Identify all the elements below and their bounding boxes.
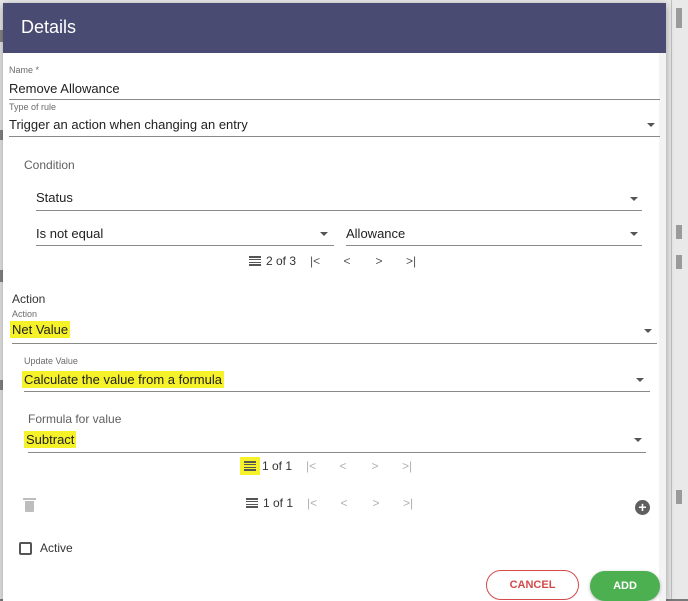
formula-list-highlight[interactable]	[240, 457, 260, 475]
background-divider	[671, 0, 672, 601]
condition-field-underline	[36, 210, 642, 211]
last-page-icon[interactable]: >|	[401, 496, 415, 510]
name-underline	[9, 99, 660, 100]
background-mark	[676, 255, 682, 269]
action-pager: 1 of 1 |< < > >|	[246, 494, 415, 512]
previous-page-icon[interactable]: <	[340, 254, 354, 268]
update-value-chevron-down-icon[interactable]	[636, 378, 644, 382]
dialog-title: Details	[21, 17, 77, 37]
active-label: Active	[40, 541, 73, 555]
condition-operator-underline	[36, 245, 334, 246]
next-page-icon[interactable]: >	[372, 254, 386, 268]
background-mark	[676, 225, 682, 239]
condition-field-select[interactable]: Status	[36, 190, 73, 205]
list-icon[interactable]	[246, 498, 258, 508]
condition-heading: Condition	[24, 158, 75, 172]
add-action-icon[interactable]: +	[635, 500, 650, 515]
rule-type-chevron-down-icon[interactable]	[647, 123, 655, 127]
formula-chevron-down-icon[interactable]	[634, 438, 642, 442]
name-label: Name *	[9, 65, 40, 75]
first-page-icon[interactable]: |<	[305, 496, 319, 510]
condition-operator-chevron-down-icon[interactable]	[320, 232, 328, 236]
formula-pager-count: 1 of 1	[262, 459, 293, 473]
delete-icon-lid	[23, 498, 36, 500]
formula-heading: Formula for value	[28, 412, 122, 426]
next-page-icon[interactable]: >	[368, 459, 382, 473]
previous-page-icon[interactable]: <	[336, 459, 350, 473]
rule-type-label: Type of rule	[9, 102, 57, 112]
name-field[interactable]: Remove Allowance	[9, 81, 120, 96]
cancel-button[interactable]: CANCEL	[486, 570, 579, 600]
action-underline	[12, 343, 657, 344]
last-page-icon[interactable]: >|	[404, 254, 418, 268]
action-heading: Action	[12, 292, 46, 306]
next-page-icon[interactable]: >	[369, 496, 383, 510]
rule-type-underline	[9, 136, 660, 137]
first-page-icon[interactable]: |<	[304, 459, 318, 473]
action-pager-count: 1 of 1	[263, 496, 294, 510]
previous-page-icon[interactable]: <	[337, 496, 351, 510]
list-icon[interactable]	[249, 256, 261, 266]
first-page-icon[interactable]: |<	[308, 254, 322, 268]
condition-operator-select[interactable]: Is not equal	[36, 226, 103, 241]
add-button[interactable]: ADD	[590, 571, 660, 601]
action-value: Net Value	[10, 321, 71, 338]
rule-type-select[interactable]: Trigger an action when changing an entry	[9, 117, 248, 132]
condition-field-chevron-down-icon[interactable]	[630, 197, 638, 201]
dialog-scrollbar[interactable]	[659, 53, 666, 601]
formula-underline	[28, 452, 646, 453]
background-mark	[676, 8, 682, 28]
formula-select[interactable]: Subtract	[24, 431, 77, 448]
action-chevron-down-icon[interactable]	[644, 329, 652, 333]
condition-pager: 2 of 3 |< < > >|	[249, 252, 418, 270]
update-value-text: Calculate the value from a formula	[22, 371, 224, 388]
update-value-select[interactable]: Calculate the value from a formula	[22, 371, 224, 388]
condition-value-underline	[346, 245, 642, 246]
condition-pager-count: 2 of 3	[266, 254, 297, 268]
formula-value: Subtract	[24, 431, 77, 448]
active-checkbox[interactable]	[19, 542, 32, 555]
action-select[interactable]: Net Value	[10, 321, 71, 338]
details-dialog: Details Name * Remove Allowance Type of …	[3, 3, 666, 601]
formula-pager: 1 of 1 |< < > >|	[240, 457, 414, 475]
dialog-header: Details	[3, 3, 666, 53]
list-icon	[244, 461, 256, 471]
condition-value-select[interactable]: Allowance	[346, 226, 405, 241]
action-label: Action	[12, 309, 38, 319]
update-value-underline	[24, 391, 650, 392]
update-value-label: Update Value	[24, 356, 78, 366]
delete-icon[interactable]	[23, 498, 36, 512]
delete-icon-body	[25, 501, 34, 512]
last-page-icon[interactable]: >|	[400, 459, 414, 473]
condition-value-chevron-down-icon[interactable]	[630, 232, 638, 236]
background-mark	[676, 490, 682, 504]
